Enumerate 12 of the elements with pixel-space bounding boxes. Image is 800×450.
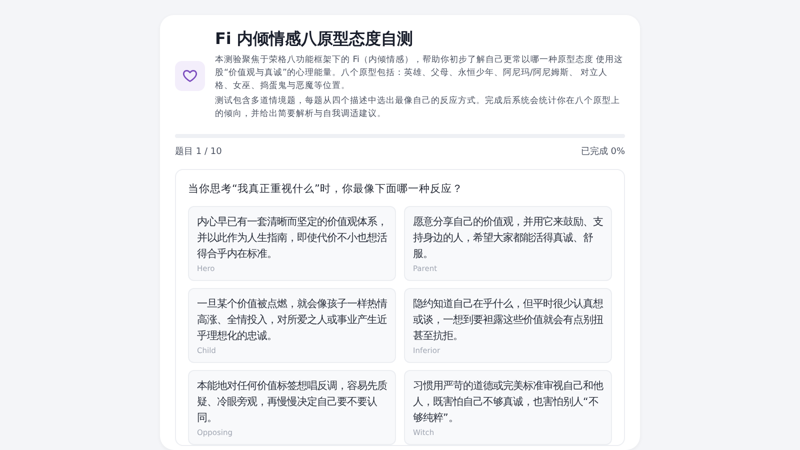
description-paragraph: 测试包含多道情境题，每题从四个描述中选出最像自己的反应方式。完成后系统会统计你在八个原型上的倾向，并给出简要解析与自我调适建议。 [215, 95, 621, 121]
question-text: 当你思考“我真正重视什么”时，你最像下面哪一种反应？ [188, 182, 464, 196]
option-text: 一旦某个价值被点燃，就会像孩子一样热情高涨、全情投入，对所爱之人或事业产生近乎理想化的忠诚。 [197, 297, 387, 344]
quiz-title: Fi 内倾情感八原型态度自测 [215, 29, 414, 50]
option-text: 内心早已有一套清晰而坚定的价值观体系，并以此作为人生指南，即使代价不小也想活得合乎内在标准。 [197, 215, 387, 262]
option-text: 习惯用严苛的道德或完美标准审视自己和他人，既害怕自己不够真诚，也害怕别人“不够纯粹”。 [413, 379, 603, 426]
question-counter: 题目 1 / 10 [175, 146, 222, 158]
description-paragraph: 本测验聚焦于荣格八功能框架下的 Fi（内倾情感），帮助你初步了解自己更常以哪一种原型态度 使用这股“价值观与真诚”的心理能量。八个原型包括：英雄、父母、永恒少年、阿尼玛/阿尼姆斯、 对立人格、女巫、捣蛋鬼与恶魔等位置。 [215, 54, 624, 93]
option-text: 隐约知道自己在乎什么，但平时很少认真想或谈，一想到要袒露这些价值就会有点别扭甚至抗拒。 [413, 297, 603, 344]
option-text: 愿意分享自己的价值观，并用它来鼓励、支持身边的人，希望大家都能活得真诚、舒服。 [413, 215, 603, 262]
completion-percent: 已完成 0% [580, 146, 625, 158]
option-text: 本能地对任何价值标签想唱反调，容易先质疑、冷眼旁观，再慢慢决定自己要不要认同。 [197, 379, 387, 426]
